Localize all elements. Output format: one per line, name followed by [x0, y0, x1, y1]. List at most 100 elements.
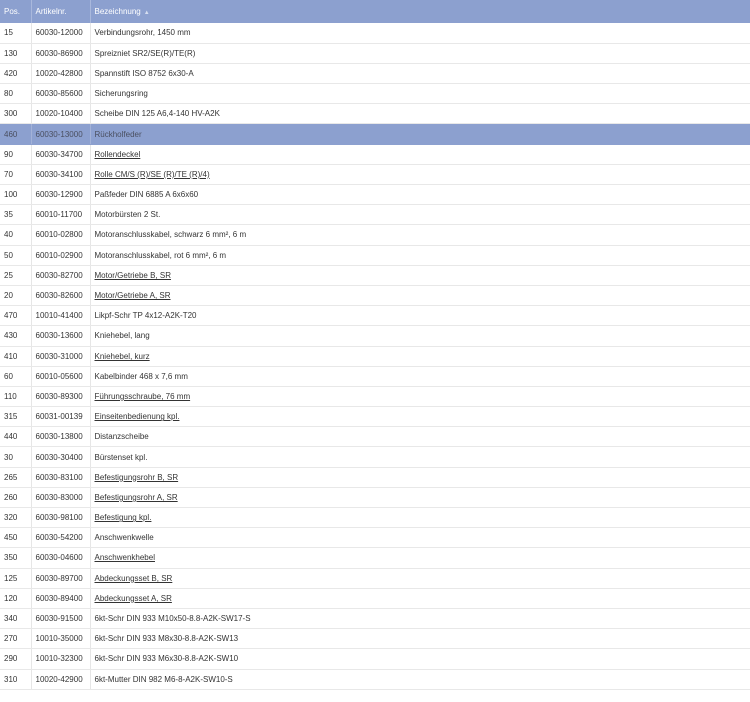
cell-bezeichnung[interactable]: Rollendeckel [90, 144, 750, 165]
table-row[interactable]: 440 60030-13800 Distanzscheibe [0, 426, 750, 448]
column-header-artikelnr[interactable]: Artikelnr. [31, 0, 91, 23]
cell-artikelnr: 60030-83100 [31, 467, 91, 488]
cell-artikelnr-text: 60030-89700 [35, 573, 83, 583]
table-row[interactable]: 350 60030-04600 Anschwenkhebel [0, 547, 750, 569]
cell-artikelnr-text: 10020-10400 [35, 109, 83, 119]
part-link[interactable]: Rollendeckel [95, 150, 141, 159]
table-row[interactable]: 315 60031-00139 Einseitenbedienung kpl. [0, 406, 750, 428]
table-row[interactable]: 450 60030-54200 Anschwenkwelle [0, 527, 750, 549]
cell-pos: 80 [0, 83, 32, 105]
cell-bezeichnung[interactable]: Einseitenbedienung kpl. [90, 406, 750, 428]
table-row[interactable]: 320 60030-98100 Befestigung kpl. [0, 507, 750, 529]
part-link[interactable]: Motor/Getriebe B, SR [95, 271, 171, 280]
part-link[interactable]: Befestigungsrohr A, SR [95, 493, 178, 502]
cell-pos-text: 90 [4, 149, 13, 159]
part-link[interactable]: Befestigungsrohr B, SR [95, 473, 179, 482]
cell-artikelnr: 60010-02800 [31, 224, 91, 246]
cell-artikelnr: 10010-41400 [31, 305, 91, 327]
column-header-bezeichnung[interactable]: Bezeichnung ▲ [90, 0, 750, 23]
cell-bezeichnung[interactable]: Kniehebel, kurz [90, 346, 750, 367]
column-header-bezeichnung-label: Bezeichnung [94, 7, 141, 16]
part-link[interactable]: Motor/Getriebe A, SR [95, 291, 171, 300]
table-row[interactable]: 90 60030-34700 Rollendeckel [0, 144, 750, 165]
cell-artikelnr: 60030-30400 [31, 446, 91, 468]
cell-pos-text: 430 [4, 331, 18, 341]
cell-pos: 290 [0, 648, 32, 670]
cell-artikelnr: 60010-05600 [31, 366, 91, 387]
cell-artikelnr-text: 60030-91500 [35, 614, 83, 624]
part-link[interactable]: Anschwenkhebel [95, 553, 155, 562]
table-row[interactable]: 35 60010-11700 Motorbürsten 2 St. [0, 204, 750, 226]
cell-pos: 35 [0, 204, 32, 226]
table-row[interactable]: 110 60030-89300 Führungsschraube, 76 mm [0, 386, 750, 408]
sort-arrow-icon: ▲ [143, 10, 150, 16]
cell-bezeichnung[interactable]: Motor/Getriebe B, SR [90, 265, 750, 286]
cell-bezeichnung[interactable]: Befestigungsrohr B, SR [90, 467, 750, 488]
table-row[interactable]: 50 60010-02900 Motoranschlusskabel, rot 6 … [0, 245, 750, 266]
cell-pos-text: 340 [4, 614, 18, 624]
table-row[interactable]: 470 10010-41400 Likpf-Schr TP 4x12-A2K-T20 [0, 305, 750, 327]
cell-artikelnr: 60031-00139 [31, 406, 91, 428]
cell-bezeichnung: 6kt-Schr DIN 933 M10x50-8.8-A2K-SW17-S [90, 608, 750, 630]
cell-artikelnr-text: 60030-31000 [35, 351, 83, 361]
cell-pos: 15 [0, 23, 32, 44]
table-row[interactable]: 100 60030-12900 Paßfeder DIN 6885 A 6x6x60 [0, 184, 750, 206]
cell-bezeichnung[interactable]: Abdeckungsset B, SR [90, 568, 750, 589]
table-row[interactable]: 20 60030-82600 Motor/Getriebe A, SR [0, 285, 750, 307]
cell-pos-text: 460 [4, 129, 18, 139]
cell-bezeichnung[interactable]: Motor/Getriebe A, SR [90, 285, 750, 307]
table-row[interactable]: 15 60030-12000 Verbindungsrohr, 1450 mm [0, 23, 750, 44]
cell-artikelnr: 10020-42900 [31, 669, 91, 690]
cell-pos: 470 [0, 305, 32, 327]
cell-pos-text: 130 [4, 48, 18, 58]
table-row[interactable]: 40 60010-02800 Motoranschlusskabel, schwar… [0, 224, 750, 246]
cell-pos: 130 [0, 43, 32, 64]
cell-bezeichnung[interactable]: Rolle CM/S (R)/SE (R)/TE (R)/4) [90, 164, 750, 186]
cell-pos: 20 [0, 285, 32, 307]
table-row[interactable]: 270 10010-35000 6kt-Schr DIN 933 M8x30-8.8… [0, 628, 750, 650]
cell-artikelnr: 60030-13800 [31, 426, 91, 448]
cell-bezeichnung-text: Kabelbinder 468 x 7,6 mm [94, 371, 188, 381]
part-link[interactable]: Abdeckungsset A, SR [95, 594, 172, 603]
cell-bezeichnung[interactable]: Befestigung kpl. [90, 507, 750, 529]
column-header-pos[interactable]: Pos. [0, 0, 32, 23]
table-row[interactable]: 265 60030-83100 Befestigungsrohr B, SR [0, 467, 750, 488]
table-row[interactable]: 300 10020-10400 Scheibe DIN 125 A6,4-140 H… [0, 103, 750, 125]
table-row[interactable]: 80 60030-85600 Sicherungsring [0, 83, 750, 105]
cell-pos-text: 25 [4, 270, 13, 280]
cell-bezeichnung[interactable]: Befestigungsrohr A, SR [90, 487, 750, 509]
table-row[interactable]: 410 60030-31000 Kniehebel, kurz [0, 346, 750, 367]
cell-bezeichnung: Kabelbinder 468 x 7,6 mm [90, 366, 750, 387]
table-row[interactable]: 30 60030-30400 Bürstenset kpl. [0, 446, 750, 468]
cell-pos: 120 [0, 588, 32, 609]
table-row[interactable]: 260 60030-83000 Befestigungsrohr A, SR [0, 487, 750, 509]
table-row[interactable]: 120 60030-89400 Abdeckungsset A, SR [0, 588, 750, 609]
cell-bezeichnung[interactable]: Abdeckungsset A, SR [90, 588, 750, 609]
table-row[interactable]: 460 60030-13000 Rückholfeder [0, 123, 750, 145]
cell-pos-text: 35 [4, 210, 13, 220]
cell-bezeichnung-text: Verbindungsrohr, 1450 mm [94, 28, 191, 38]
cell-pos: 25 [0, 265, 32, 286]
part-link[interactable]: Befestigung kpl. [95, 513, 152, 522]
part-link[interactable]: Rolle CM/S (R)/SE (R)/TE (R)/4) [95, 170, 210, 179]
table-row[interactable]: 25 60030-82700 Motor/Getriebe B, SR [0, 265, 750, 286]
part-link[interactable]: Abdeckungsset B, SR [95, 574, 173, 583]
cell-bezeichnung-text: Kniehebel, lang [94, 331, 150, 341]
cell-pos-text: 30 [4, 452, 13, 462]
part-link[interactable]: Kniehebel, kurz [95, 352, 150, 361]
cell-bezeichnung[interactable]: Führungsschraube, 76 mm [90, 386, 750, 408]
part-link[interactable]: Einseitenbedienung kpl. [95, 412, 180, 421]
table-row[interactable]: 340 60030-91500 6kt-Schr DIN 933 M10x50-8.… [0, 608, 750, 630]
table-row[interactable]: 310 10020-42900 6kt-Mutter DIN 982 M6-8-A2… [0, 669, 750, 690]
table-row[interactable]: 70 60030-34100 Rolle CM/S (R)/SE (R)/TE (R… [0, 164, 750, 186]
table-row[interactable]: 60 60010-05600 Kabelbinder 468 x 7,6 mm [0, 366, 750, 387]
table-row[interactable]: 290 10010-32300 6kt-Schr DIN 933 M6x30-8.8… [0, 648, 750, 670]
cell-bezeichnung[interactable]: Anschwenkhebel [90, 547, 750, 569]
part-link[interactable]: Führungsschraube, 76 mm [95, 392, 191, 401]
table-row[interactable]: 125 60030-89700 Abdeckungsset B, SR [0, 568, 750, 589]
table-row[interactable]: 130 60030-86900 Spreizniet SR2/SE(R)/TE(R) [0, 43, 750, 64]
table-row[interactable]: 420 10020-42800 Spannstift ISO 8752 6x30-A [0, 63, 750, 85]
cell-pos: 430 [0, 325, 32, 347]
table-row[interactable]: 430 60030-13600 Kniehebel, lang [0, 325, 750, 347]
cell-artikelnr: 60030-91500 [31, 608, 91, 630]
